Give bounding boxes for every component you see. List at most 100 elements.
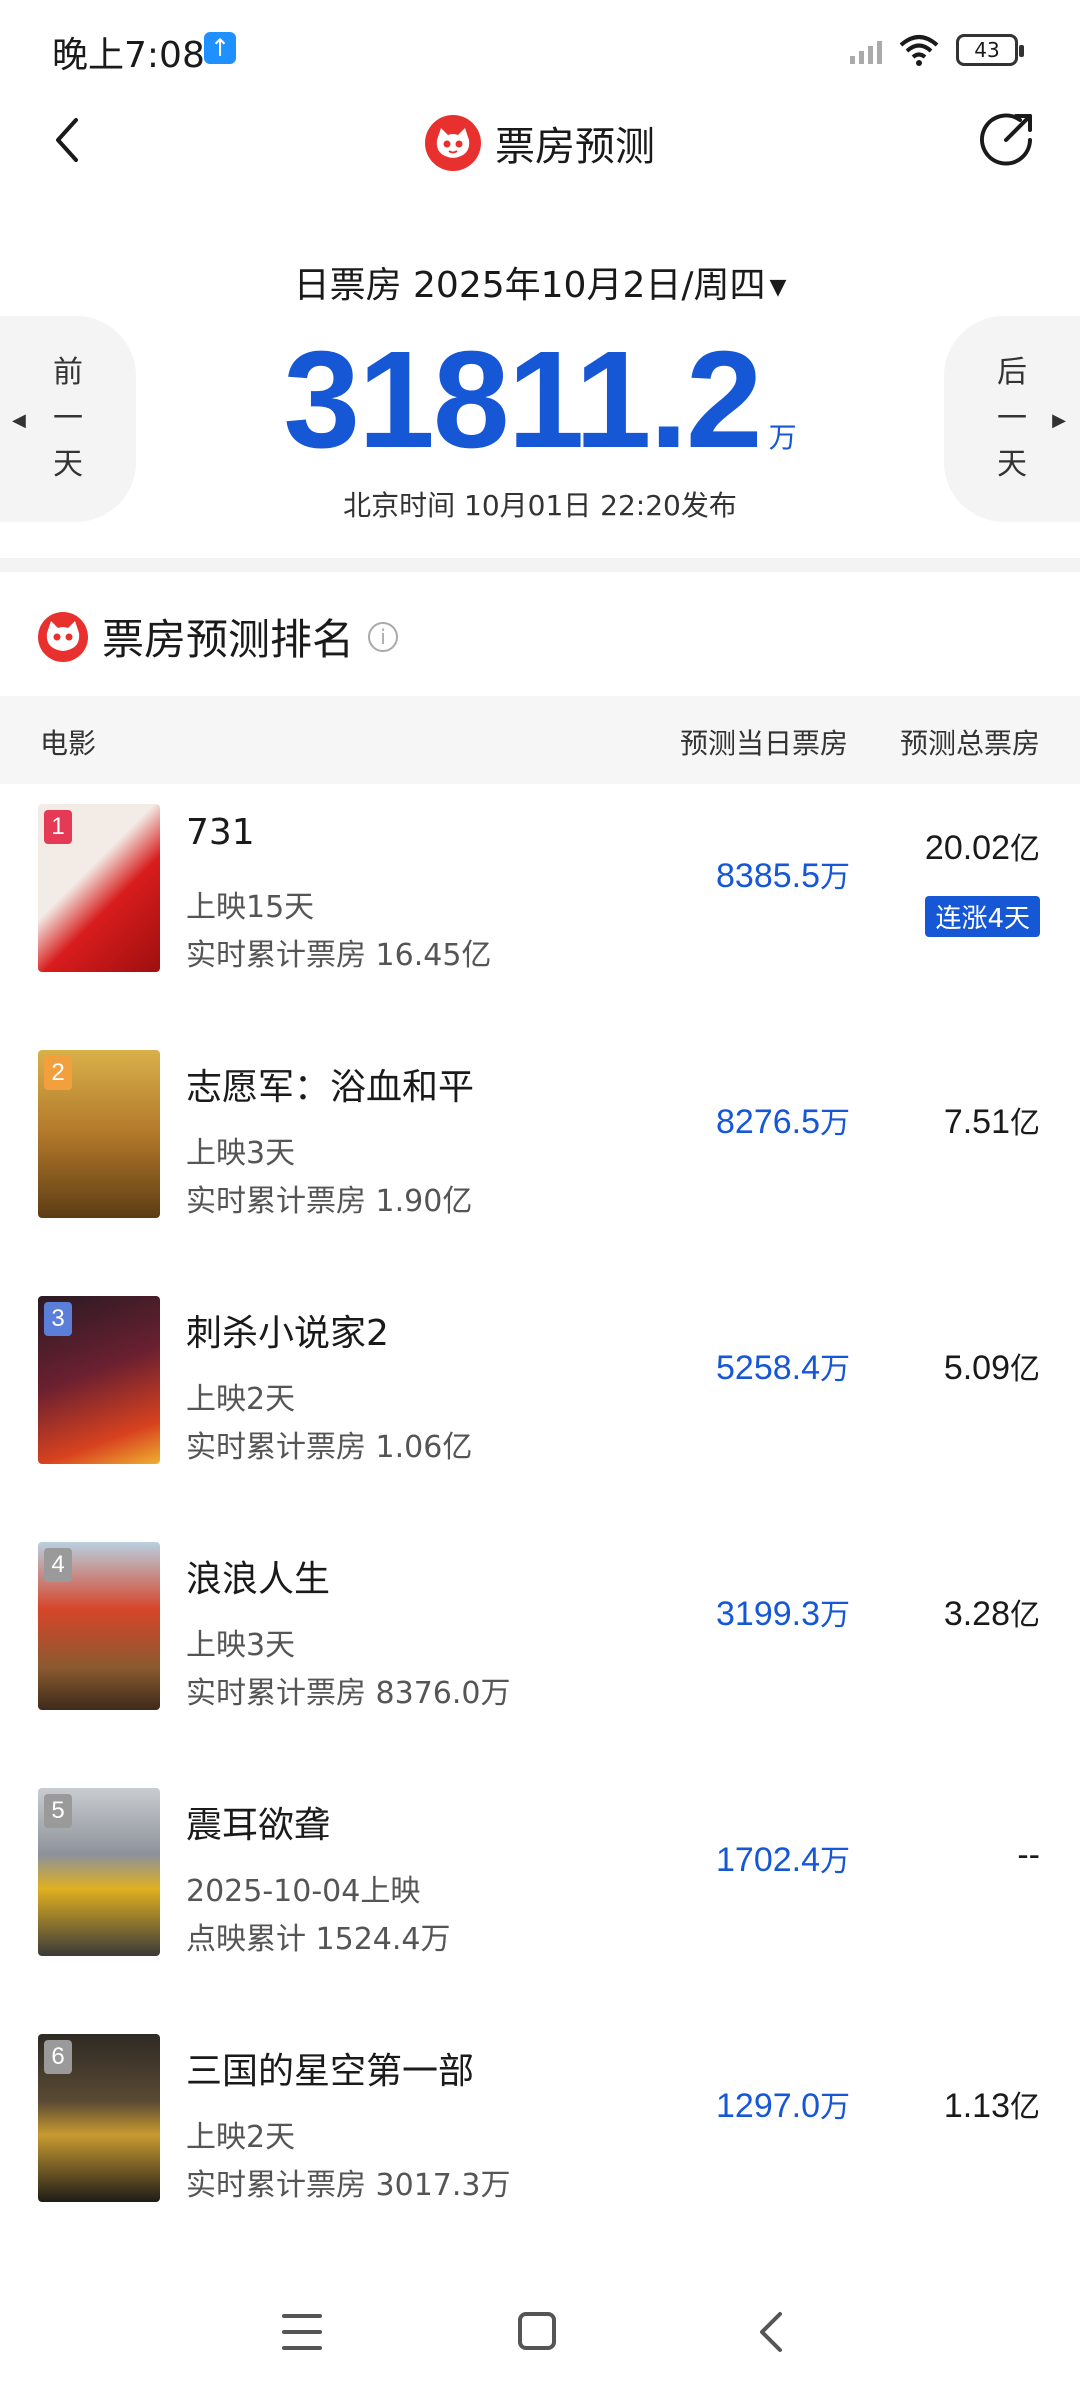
column-header-movie: 电影 [40, 727, 97, 760]
total-number: 31811.2 [283, 323, 762, 477]
total-box-office: 31811.2 万 [0, 330, 1080, 470]
daily-value: 1297.0 [716, 2087, 820, 2125]
release-info: 上映2天 [186, 2120, 296, 2155]
column-header-total: 预测总票房 [899, 727, 1040, 760]
table-row[interactable]: 4 浪浪人生 上映3天 实时累计票房 8376.0万 3199.3万 3.28亿 [0, 1522, 1080, 1768]
menu-icon[interactable] [282, 2314, 322, 2350]
page-title: 票房预测 [495, 124, 655, 170]
total-forecast: 1.13亿 [944, 2082, 1040, 2126]
back-icon[interactable] [752, 2310, 792, 2354]
daily-forecast: 1297.0万 [716, 2082, 850, 2126]
release-info: 上映15天 [186, 890, 315, 925]
cat-logo-icon [38, 611, 88, 662]
caret-down-icon: ▼ [769, 274, 787, 300]
daily-value: 3199.3 [716, 1595, 820, 1633]
date-label: 日票房 2025年10月2日/周四 [293, 265, 766, 306]
cumulative-box-office: 实时累计票房 3017.3万 [186, 2168, 511, 2203]
status-icons: 43 [850, 30, 1024, 70]
trend-badge: 连涨4天 [925, 896, 1040, 937]
total-unit: 亿 [1010, 1352, 1040, 1387]
total-value: 1.13 [943, 2087, 1010, 2125]
movie-poster: 2 [38, 1050, 160, 1218]
publish-info: 北京时间 10月01日 22:20发布 [343, 489, 737, 522]
section-heading: 票房预测排名 i [38, 606, 399, 667]
release-info: 上映2天 [186, 1382, 296, 1417]
total-forecast: -- [1017, 1836, 1040, 1875]
rank-badge: 3 [44, 1302, 72, 1336]
daily-forecast: 8385.5万 [716, 852, 850, 896]
cumulative-box-office: 实时累计票房 1.90亿 [186, 1184, 473, 1219]
cumulative-box-office: 实时累计票房 16.45亿 [186, 938, 492, 973]
total-unit: 万 [768, 421, 797, 454]
movie-title: 731 [186, 812, 255, 853]
release-info: 上映3天 [186, 1628, 296, 1663]
title-wrap: 票房预测 [0, 114, 1080, 172]
movie-poster: 4 [38, 1542, 160, 1710]
signal-icon [850, 36, 882, 64]
daily-forecast: 8276.5万 [716, 1098, 850, 1142]
total-value: 7.51 [943, 1103, 1010, 1141]
rank-badge: 4 [44, 1548, 72, 1582]
release-info: 上映3天 [186, 1136, 296, 1171]
movie-poster: 5 [38, 1788, 160, 1956]
divider [0, 558, 1080, 572]
info-icon[interactable]: i [368, 621, 399, 652]
caret-right-icon: ▶ [1052, 410, 1066, 431]
total-unit: 亿 [1010, 2090, 1040, 2125]
rank-badge: 2 [44, 1056, 72, 1090]
wifi-icon [899, 35, 939, 66]
daily-unit: 万 [820, 2090, 850, 2125]
movie-title: 刺杀小说家2 [186, 1313, 389, 1354]
table-row[interactable]: 5 震耳欲聋 2025-10-04上映 点映累计 1524.4万 1702.4万… [0, 1768, 1080, 2014]
battery-icon: 43 [956, 34, 1024, 66]
total-forecast: 5.09亿 [944, 1344, 1040, 1388]
daily-forecast: 1702.4万 [716, 1836, 850, 1880]
daily-value: 8276.5 [716, 1103, 820, 1141]
table-header: 电影 预测当日票房 预测总票房 [0, 696, 1080, 784]
table-row[interactable]: 1 731 上映15天 实时累计票房 16.45亿 8385.5万 20.02亿… [0, 784, 1080, 1030]
daily-forecast: 5258.4万 [716, 1344, 850, 1388]
daily-unit: 万 [820, 1598, 850, 1633]
rank-badge: 5 [44, 1794, 72, 1828]
total-value: -- [1017, 1836, 1040, 1874]
upload-icon: ↑ [204, 32, 236, 64]
daily-unit: 万 [820, 1352, 850, 1387]
total-value: 20.02 [924, 829, 1010, 867]
cat-logo-icon [425, 115, 481, 171]
total-forecast: 3.28亿 [944, 1590, 1040, 1634]
daily-value: 5258.4 [716, 1349, 820, 1387]
section-title: 票房预测排名 [102, 615, 355, 664]
table-row[interactable]: 6 三国的星空第一部 上映2天 实时累计票房 3017.3万 1297.0万 1… [0, 2014, 1080, 2260]
total-forecast: 20.02亿 [925, 824, 1040, 868]
total-forecast: 7.51亿 [944, 1098, 1040, 1142]
daily-value: 1702.4 [716, 1841, 820, 1879]
movie-title: 浪浪人生 [186, 1559, 331, 1600]
table-row[interactable]: 3 刺杀小说家2 上映2天 实时累计票房 1.06亿 5258.4万 5.09亿 [0, 1276, 1080, 1522]
cumulative-box-office: 实时累计票房 8376.0万 [186, 1676, 511, 1711]
daily-forecast: 3199.3万 [716, 1590, 850, 1634]
total-unit: 亿 [1010, 1598, 1040, 1633]
release-info: 2025-10-04上映 [186, 1874, 421, 1909]
movie-title: 三国的星空第一部 [186, 2051, 475, 2092]
total-value: 5.09 [943, 1349, 1010, 1387]
movie-poster: 3 [38, 1296, 160, 1464]
status-time: 晚上7:08 [52, 35, 205, 76]
movie-title: 震耳欲聋 [186, 1805, 331, 1846]
column-header-daily: 预测当日票房 [680, 727, 849, 760]
system-nav-bar [0, 2272, 1080, 2400]
rank-badge: 1 [44, 810, 72, 844]
daily-value: 8385.5 [716, 857, 820, 895]
table-row[interactable]: 2 志愿军：浴血和平 上映3天 实时累计票房 1.90亿 8276.5万 7.5… [0, 1030, 1080, 1276]
total-value: 3.28 [943, 1595, 1010, 1633]
cumulative-box-office: 点映累计 1524.4万 [186, 1922, 451, 1957]
date-selector[interactable]: 日票房 2025年10月2日/周四 ▼ [0, 256, 1080, 308]
share-icon[interactable] [976, 106, 1040, 170]
rank-badge: 6 [44, 2040, 72, 2074]
daily-unit: 万 [820, 1106, 850, 1141]
movie-title: 志愿军：浴血和平 [186, 1067, 475, 1108]
status-bar: 晚上7:08 ↑ 43 [0, 0, 1080, 96]
daily-unit: 万 [820, 1844, 850, 1879]
app-header: 票房预测 [0, 96, 1080, 196]
home-icon[interactable] [518, 2312, 556, 2350]
movie-poster: 6 [38, 2034, 160, 2202]
